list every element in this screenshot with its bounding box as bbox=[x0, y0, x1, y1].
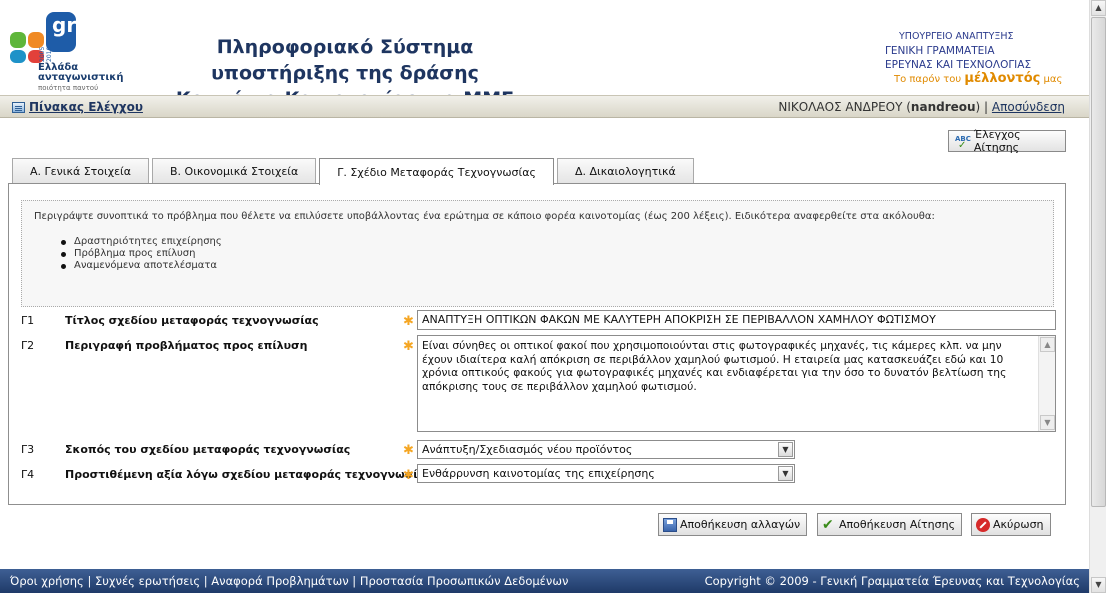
tab-financial[interactable]: Β. Οικονομικά Στοιχεία bbox=[152, 158, 317, 184]
spellcheck-icon: ABC bbox=[955, 135, 971, 151]
field-label: Σκοπός του σχεδίου μεταφοράς τεχνογνωσία… bbox=[65, 443, 351, 456]
required-icon: ✱ bbox=[403, 339, 414, 354]
logout-link[interactable]: Αποσύνδεση bbox=[992, 100, 1065, 114]
checkmark-icon: ✔ bbox=[822, 516, 834, 533]
ministry-line2: ΓΕΝΙΚΗ ΓΡΑΜΜΑΤΕΙΑ bbox=[885, 45, 995, 57]
field-code: Γ2 bbox=[21, 339, 35, 352]
instructions-box: Περιγράψτε συνοπτικά το πρόβλημα που θέλ… bbox=[21, 200, 1054, 307]
footer-link-faq[interactable]: Συχνές ερωτήσεις bbox=[95, 574, 200, 588]
list-item: Πρόβλημα προς επίλυση bbox=[61, 248, 1041, 260]
list-item: Δραστηριότητες επιχείρησης bbox=[61, 236, 1041, 248]
chevron-down-icon[interactable]: ▼ bbox=[778, 466, 793, 481]
copyright: Copyright © 2009 - Γενική Γραμματεία Έρε… bbox=[704, 574, 1080, 588]
footer-link-report[interactable]: Αναφορά Προβλημάτων bbox=[211, 574, 348, 588]
instructions-list: Δραστηριότητες επιχείρησης Πρόβλημα προς… bbox=[61, 236, 1041, 272]
required-icon: ✱ bbox=[403, 468, 414, 483]
dashboard-link[interactable]: Πίνακας Ελέγχου bbox=[12, 100, 143, 114]
tab-bar: Α. Γενικά Στοιχεία Β. Οικονομικά Στοιχεί… bbox=[12, 158, 697, 185]
cancel-button[interactable]: Ακύρωση bbox=[971, 513, 1051, 536]
logo-badge: gr bbox=[52, 13, 77, 37]
scroll-up-icon[interactable]: ▲ bbox=[1091, 0, 1106, 16]
field-label: Περιγραφή προβλήματος προς επίλυση bbox=[65, 339, 308, 352]
field-label: Προστιθέμενη αξία λόγω σχεδίου μεταφοράς… bbox=[65, 468, 432, 481]
ministry-tagline: Το παρόν του μέλλοντός μας bbox=[885, 72, 1085, 87]
footer-link-terms[interactable]: Όροι χρήσης bbox=[10, 574, 84, 588]
tab-documents[interactable]: Δ. Δικαιολογητικά bbox=[556, 158, 694, 184]
user-area: ΝΙΚΟΛΑΟΣ ΑΝΔΡΕΟΥ (nandreou) | Αποσύνδεση bbox=[778, 100, 1065, 114]
tab-general[interactable]: Α. Γενικά Στοιχεία bbox=[12, 158, 149, 184]
field-code: Γ3 bbox=[21, 443, 35, 456]
ministry-line3: ΕΡΕΥΝΑΣ ΚΑΙ ΤΕΧΝΟΛΟΓΙΑΣ bbox=[885, 59, 1032, 71]
required-icon: ✱ bbox=[403, 314, 414, 329]
save-changes-button[interactable]: Αποθήκευση αλλαγών bbox=[658, 513, 808, 536]
textarea-scrollbar[interactable]: ▲ ▼ bbox=[1038, 336, 1055, 431]
tagline-post: μας bbox=[1043, 74, 1063, 85]
page-scrollbar[interactable]: ▲ ▼ bbox=[1089, 0, 1106, 593]
site-footer: Όροι χρήσης | Συχνές ερωτήσεις | Αναφορά… bbox=[0, 569, 1089, 593]
field-code: Γ4 bbox=[21, 468, 35, 481]
dashboard-icon bbox=[12, 101, 25, 113]
save-changes-label: Αποθήκευση αλλαγών bbox=[680, 518, 801, 531]
check-application-label: Έλεγχος Αίτησης bbox=[973, 128, 1021, 154]
added-value-select[interactable]: Ενθάρρυνση καινοτομίας της επιχείρησης ▼ bbox=[417, 464, 795, 483]
title-input[interactable]: ΑΝΑΠΤΥΞΗ ΟΠΤΙΚΩΝ ΦΑΚΩΝ ΜΕ ΚΑΛΥΤΕΡΗ ΑΠΟΚΡ… bbox=[417, 310, 1056, 330]
logo-years: 2005 2010 bbox=[39, 46, 53, 62]
list-item: Αναμενόμενα αποτελέσματα bbox=[61, 260, 1041, 272]
logo-line2: ανταγωνιστική bbox=[38, 72, 124, 83]
dashboard-label: Πίνακας Ελέγχου bbox=[29, 100, 143, 114]
ministry-line1: ΥΠΟΥΡΓΕΙΟ ΑΝΑΠΤΥΞΗΣ bbox=[899, 31, 1014, 42]
required-icon: ✱ bbox=[403, 443, 414, 458]
scroll-thumb[interactable] bbox=[1091, 17, 1106, 507]
scroll-up-icon[interactable]: ▲ bbox=[1040, 337, 1055, 352]
separator: | bbox=[984, 100, 989, 114]
top-toolbar: Πίνακας Ελέγχου ΝΙΚΟΛΑΟΣ ΑΝΔΡΕΟΥ (nandre… bbox=[0, 95, 1089, 118]
problem-description-textarea[interactable]: Είναι σύνηθες οι οπτικοί φακοί που χρησι… bbox=[417, 335, 1056, 432]
logo-line3: ποιότητα παντού bbox=[38, 84, 99, 92]
field-code: Γ1 bbox=[21, 314, 35, 327]
user-name: ΝΙΚΟΛΑΟΣ ΑΝΔΡΕΟΥ bbox=[778, 100, 903, 114]
footer-link-privacy[interactable]: Προστασία Προσωπικών Δεδομένων bbox=[360, 574, 569, 588]
purpose-select-value: Ανάπτυξη/Σχεδιασμός νέου προϊόντος bbox=[422, 443, 633, 456]
site-header: gr 2005 2010 Ελλάδα ανταγωνιστική ποιότη… bbox=[0, 0, 1089, 110]
cancel-label: Ακύρωση bbox=[993, 518, 1044, 531]
cancel-icon bbox=[976, 517, 990, 532]
check-application-button[interactable]: ABC Έλεγχος Αίτησης bbox=[948, 128, 1066, 154]
tagline-bold: μέλλοντός bbox=[964, 71, 1041, 86]
purpose-select[interactable]: Ανάπτυξη/Σχεδιασμός νέου προϊόντος ▼ bbox=[417, 440, 795, 459]
save-application-button[interactable]: ✔ Αποθήκευση Αίτησης bbox=[817, 513, 963, 536]
user-login: nandreou bbox=[910, 100, 976, 114]
page-title-line1: Πληροφοριακό Σύστημα υποστήριξης της δρά… bbox=[211, 36, 479, 84]
ministry-logo: ΥΠΟΥΡΓΕΙΟ ΑΝΑΠΤΥΞΗΣ ΓΕΝΙΚΗ ΓΡΑΜΜΑΤΕΙΑ ΕΡ… bbox=[885, 30, 1085, 87]
added-value-select-value: Ενθάρρυνση καινοτομίας της επιχείρησης bbox=[422, 467, 655, 480]
scroll-down-icon[interactable]: ▼ bbox=[1091, 577, 1106, 593]
save-icon bbox=[663, 517, 677, 532]
save-application-label: Αποθήκευση Αίτησης bbox=[839, 518, 956, 531]
footer-links: Όροι χρήσης | Συχνές ερωτήσεις | Αναφορά… bbox=[10, 574, 569, 588]
problem-description-text: Είναι σύνηθες οι οπτικοί φακοί που χρησι… bbox=[422, 339, 1007, 393]
scroll-down-icon[interactable]: ▼ bbox=[1040, 415, 1055, 430]
tab-panel: Περιγράψτε συνοπτικά το πρόβλημα που θέλ… bbox=[8, 183, 1066, 505]
field-label: Τίτλος σχεδίου μεταφοράς τεχνογνωσίας bbox=[65, 314, 319, 327]
logo: gr 2005 2010 Ελλάδα ανταγωνιστική ποιότη… bbox=[8, 10, 148, 92]
chevron-down-icon[interactable]: ▼ bbox=[778, 442, 793, 457]
tagline-pre: Το παρόν του bbox=[894, 74, 962, 85]
logo-mark: gr 2005 2010 bbox=[8, 10, 78, 63]
tab-transfer-plan[interactable]: Γ. Σχέδιο Μεταφοράς Τεχνογνωσίας bbox=[319, 158, 554, 185]
instructions-text: Περιγράψτε συνοπτικά το πρόβλημα που θέλ… bbox=[34, 211, 935, 222]
